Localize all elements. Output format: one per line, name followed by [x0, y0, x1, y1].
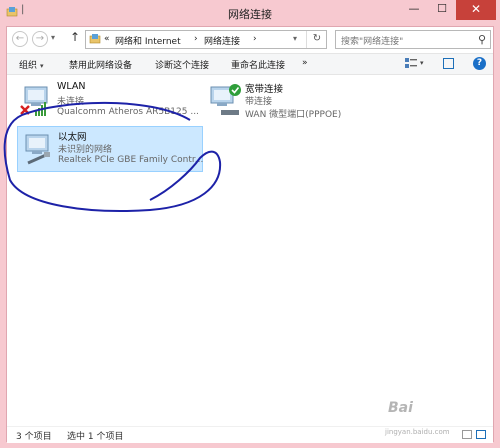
chevron-down-icon[interactable]: ▾ [420, 59, 424, 67]
title-bar: | 网络连接 — ☐ ✕ [0, 0, 500, 26]
breadcrumb-overflow[interactable]: « [104, 34, 110, 44]
rename-connection-button[interactable]: 重命名此连接 [231, 58, 285, 71]
window-client-area: ← → ▾ ↑ « 网络和 Internet › 网络连接 › ▾ ↻ 搜索"网… [6, 26, 494, 443]
address-history-chevron-icon[interactable]: ▾ [293, 34, 297, 43]
selection-count: 选中 1 个项目 [67, 432, 124, 442]
preview-pane-icon[interactable] [443, 58, 454, 69]
broadband-connection-icon [210, 84, 241, 115]
watermark-logo: Bai [388, 400, 413, 416]
close-button[interactable]: ✕ [456, 0, 496, 20]
refresh-button[interactable]: ↻ [306, 31, 327, 48]
recent-locations-chevron-icon[interactable]: ▾ [51, 33, 55, 42]
breadcrumb-network-internet[interactable]: 网络和 Internet [115, 34, 181, 47]
connection-item-ethernet[interactable]: 以太网 未识别的网络 Realtek PCIe GBE Family Contr… [17, 126, 203, 172]
wireless-adapter-icon [20, 86, 48, 116]
item-count: 3 个项目 [16, 432, 52, 442]
up-button[interactable]: ↑ [70, 30, 80, 44]
organize-menu[interactable]: 组织 ▾ [19, 58, 44, 71]
connections-list: WLAN 未连接 Qualcomm Atheros AR5B125 ... 宽带… [7, 75, 493, 427]
search-icon[interactable]: ⚲ [478, 33, 486, 46]
help-icon[interactable]: ? [473, 57, 486, 70]
chevron-down-icon: ▾ [40, 62, 44, 70]
details-view-icon[interactable] [462, 430, 472, 439]
connection-name: 以太网 [58, 132, 87, 143]
connection-name: 宽带连接 [245, 84, 284, 95]
maximize-button[interactable]: ☐ [428, 0, 456, 20]
organize-label: 组织 [19, 61, 38, 71]
breadcrumb-separator[interactable]: › [194, 34, 198, 44]
connection-status: 未识别的网络 [58, 145, 113, 155]
breadcrumb-network-connections[interactable]: 网络连接 [204, 34, 240, 47]
connection-status: 未连接 [57, 97, 85, 107]
diagnose-connection-button[interactable]: 诊断这个连接 [155, 58, 209, 71]
disable-device-button[interactable]: 禁用此网络设备 [69, 58, 132, 71]
connection-status: 带连接 [245, 97, 273, 107]
change-view-icon[interactable] [405, 58, 417, 69]
command-bar: 组织 ▾ 禁用此网络设备 诊断这个连接 重命名此连接 » ▾ ? [7, 53, 493, 75]
connection-device: Qualcomm Atheros AR5B125 ... [57, 107, 199, 117]
search-placeholder: 搜索"网络连接" [341, 37, 404, 47]
address-bar[interactable]: « 网络和 Internet › 网络连接 › ▾ ↻ [85, 30, 327, 49]
more-commands-button[interactable]: » [302, 58, 308, 68]
explorer-window: | 网络连接 — ☐ ✕ ← → ▾ ↑ « 网络和 Internet › 网络… [0, 0, 500, 448]
navigation-bar: ← → ▾ ↑ « 网络和 Internet › 网络连接 › ▾ ↻ 搜索"网… [7, 27, 493, 53]
ethernet-adapter-icon [25, 134, 50, 165]
watermark-url: jingyan.baidu.com [385, 428, 450, 436]
connection-item-wlan[interactable]: WLAN 未连接 Qualcomm Atheros AR5B125 ... [17, 79, 199, 125]
tiles-view-icon[interactable] [476, 430, 486, 439]
breadcrumb-separator[interactable]: › [253, 34, 257, 44]
minimize-button[interactable]: — [400, 0, 428, 20]
search-box[interactable]: 搜索"网络连接" ⚲ [335, 30, 491, 49]
forward-button[interactable]: → [32, 31, 48, 47]
connection-device: Realtek PCIe GBE Family Contr... [58, 155, 203, 165]
connection-name: WLAN [57, 81, 86, 92]
connection-device: WAN 微型端口(PPPOE) [245, 110, 342, 120]
connection-item-broadband[interactable]: 宽带连接 带连接 WAN 微型端口(PPPOE) [205, 79, 385, 125]
back-button[interactable]: ← [12, 31, 28, 47]
network-folder-icon [89, 34, 101, 44]
